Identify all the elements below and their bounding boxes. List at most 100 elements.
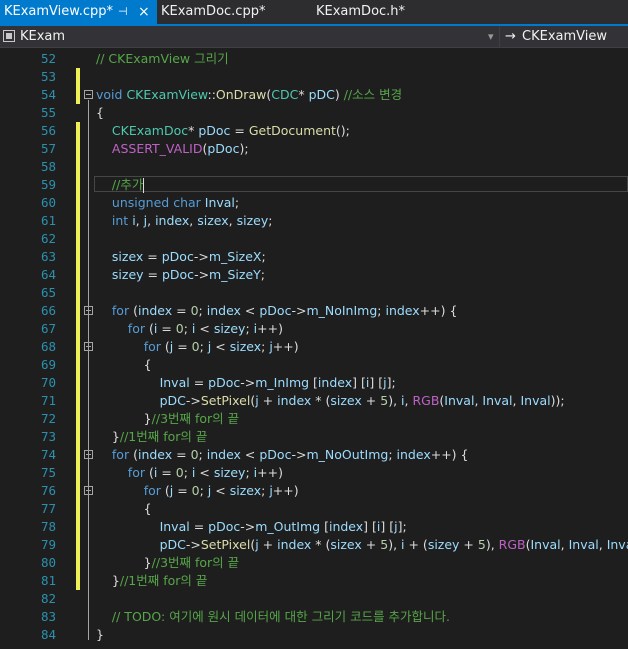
code-line[interactable]: 73 }//1번째 for의 끝 — [0, 428, 628, 446]
code-line[interactable]: 52 // CKExamView 그리기 — [0, 50, 628, 68]
text-caret — [143, 178, 145, 193]
code-line[interactable]: 74 for (index = 0; index < pDoc->m_NoOut… — [0, 446, 628, 464]
code-token: (); — [335, 123, 350, 138]
code-token: index — [206, 447, 241, 462]
code-line[interactable]: 56 CKExamDoc* pDoc = GetDocument(); — [0, 122, 628, 140]
code-line[interactable]: 83 // TODO: 여기에 원시 데이터에 대한 그리기 코드를 추가합니다… — [0, 608, 628, 626]
code-token: for — [143, 483, 165, 498]
code-token: sizex — [111, 249, 144, 264]
code-line[interactable]: 54 void CKExamView::OnDraw(CDC* pDC) //소스… — [0, 86, 628, 104]
code-text: // CKExamView 그리기 — [96, 50, 229, 68]
change-marker — [76, 554, 80, 572]
code-line[interactable]: 58 — [0, 158, 628, 176]
class-scope-dropdown[interactable]: KExam ▾ — [0, 26, 500, 47]
code-line[interactable]: 80 }//3번째 for의 끝 — [0, 554, 628, 572]
code-token: ++) — [272, 339, 299, 354]
code-line[interactable]: 65 — [0, 284, 628, 302]
code-token: sizex — [229, 483, 262, 498]
change-marker — [76, 140, 80, 158]
member-scope-dropdown[interactable]: → CKExamView — [500, 26, 628, 47]
code-line[interactable]: 60 unsigned char Inval; — [0, 194, 628, 212]
code-line[interactable]: 69 { — [0, 356, 628, 374]
tab-label: KExamDoc.cpp* — [161, 4, 266, 19]
code-line[interactable]: 55 { — [0, 104, 628, 122]
code-token: ; — [245, 465, 254, 480]
line-number: 82 — [40, 591, 56, 606]
line-number: 59 — [40, 177, 56, 192]
code-token: 5 — [380, 537, 389, 552]
code-line[interactable]: 82 — [0, 590, 628, 608]
code-line[interactable]: 75 for (i = 0; i < sizey; i++) — [0, 464, 628, 482]
code-line[interactable]: 67 for (i = 0; i < sizey; i++) — [0, 320, 628, 338]
code-token: sizey — [236, 213, 269, 228]
code-token: CKExamView — [126, 87, 208, 102]
code-token: } — [96, 429, 120, 444]
class-icon — [3, 30, 15, 42]
code-token: [ — [309, 375, 318, 390]
code-line[interactable]: 81 }//1번째 for의 끝 — [0, 572, 628, 590]
code-text: Inval = pDoc->m_InImg [index] [i] [j]; — [96, 374, 396, 392]
code-line[interactable]: 62 — [0, 230, 628, 248]
code-token: ; — [245, 321, 254, 336]
code-token: sizey — [213, 321, 246, 336]
code-token: m_NoInImg — [306, 303, 378, 318]
collapse-icon[interactable] — [84, 90, 93, 99]
code-token: //추가 — [111, 177, 144, 192]
code-text: }//3번째 for의 끝 — [96, 410, 239, 428]
change-marker — [76, 284, 80, 302]
code-token: m_InImg — [255, 375, 310, 390]
code-line[interactable]: 66 for (index = 0; index < pDoc->m_NoInI… — [0, 302, 628, 320]
change-marker — [76, 248, 80, 266]
code-line[interactable]: 72 }//3번째 for의 끝 — [0, 410, 628, 428]
code-line[interactable]: 68 for (j = 0; j < sizex; j++) — [0, 338, 628, 356]
code-line[interactable]: 79 pDC->SetPixel(j + index * (sizex + 5)… — [0, 536, 628, 554]
code-line[interactable]: 84} — [0, 626, 628, 644]
code-line[interactable]: 76 for (j = 0; j < sizex; j++) — [0, 482, 628, 500]
tab-kexamview-cpp[interactable]: KExamView.cpp* ⊣ × — [0, 0, 157, 24]
line-number: 72 — [40, 411, 56, 426]
code-line[interactable]: 57 ASSERT_VALID(pDoc); — [0, 140, 628, 158]
pin-icon[interactable]: ⊣ — [118, 0, 128, 24]
code-line[interactable]: 59 //추가 — [0, 176, 628, 194]
change-marker — [76, 482, 80, 500]
code-line[interactable]: 71 pDC->SetPixel(j + index * (sizex + 5)… — [0, 392, 628, 410]
line-number: 79 — [40, 537, 56, 552]
code-token: ASSERT_VALID — [111, 141, 203, 156]
code-text: { — [96, 104, 104, 122]
code-line[interactable]: 63 sizex = pDoc->m_SizeX; — [0, 248, 628, 266]
code-token: ; — [388, 447, 397, 462]
code-token: = — [173, 483, 192, 498]
code-token: //1번째 for의 끝 — [119, 429, 208, 444]
code-line[interactable]: 64 sizey = pDoc->m_SizeY; — [0, 266, 628, 284]
code-editor[interactable]: 52 // CKExamView 그리기 5354 void CKExamView::… — [0, 48, 628, 649]
code-line[interactable]: 70 Inval = pDoc->m_InImg [index] [i] [j]… — [0, 374, 628, 392]
line-number: 84 — [40, 627, 56, 642]
change-marker — [76, 266, 80, 284]
code-token: // CKExamView 그리기 — [96, 51, 229, 66]
code-line[interactable]: 77 { — [0, 500, 628, 518]
code-token: 0 — [191, 483, 200, 498]
change-marker — [76, 464, 80, 482]
tab-kexamdoc-cpp[interactable]: KExamDoc.cpp* — [157, 0, 312, 24]
tab-kexamdoc-h[interactable]: KExamDoc.h* — [312, 0, 462, 24]
code-line[interactable]: 61 int i, j, index, sizex, sizey; — [0, 212, 628, 230]
line-number: 53 — [40, 69, 56, 84]
code-token: ++) — [257, 465, 283, 480]
close-icon[interactable]: × — [138, 0, 150, 24]
change-marker — [76, 338, 80, 356]
code-token: ++) { — [419, 303, 458, 318]
change-marker — [76, 122, 80, 140]
code-token: , — [135, 213, 144, 228]
change-marker — [76, 536, 80, 554]
code-token: ++) { — [430, 447, 469, 462]
code-token: pDC — [159, 393, 186, 408]
code-line[interactable]: 53 — [0, 68, 628, 86]
change-marker — [76, 194, 80, 212]
code-line[interactable]: 78 Inval = pDoc->m_OutImg [index] [i] [j… — [0, 518, 628, 536]
